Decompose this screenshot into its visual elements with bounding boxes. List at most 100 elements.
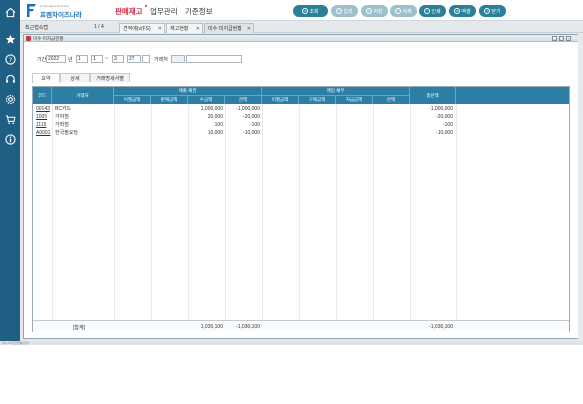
tab-receivables[interactable]: 미수·미지급현황 ✕ [204, 23, 254, 33]
col-sales-amount[interactable]: 판매금액 [151, 95, 188, 104]
cell-client: 한국필요당 [55, 130, 79, 136]
receivables-window: 미수·미지급현황 – □ × 기간 2022 년 1 1 ~ 3 27 거래처 … [23, 34, 579, 339]
add-icon: + [336, 8, 343, 14]
cell-client: 가좌점 [55, 122, 69, 128]
footer-total: -1,030,100 [429, 324, 453, 330]
cell-total: -1,000,000 [429, 106, 453, 112]
headset-icon[interactable] [4, 73, 16, 85]
col-purchase-paid[interactable]: 지급금액 [336, 95, 373, 104]
delete-button-label: 삭제 [402, 8, 412, 15]
receivables-grid: 코드 거래처 매출 채권 매입 채무 총잔액 이월금액 판매금액 수금액 잔액 … [32, 86, 570, 332]
search-button[interactable]: ⌕ 조회 [293, 5, 328, 17]
print-button[interactable]: ▫ 인쇄 [419, 5, 446, 17]
tab-label: 미수·미지급현황 [208, 26, 242, 32]
window-titlebar[interactable]: 미수·미지급현황 – □ × [24, 35, 578, 42]
client-label: 거래처 [154, 57, 168, 63]
cell-sales-collected: 10,000 [207, 130, 223, 136]
status-bar: 미수·미지급현황/관리 [0, 341, 583, 345]
cell-client: 가야점 [55, 114, 69, 120]
delete-icon: − [395, 8, 402, 14]
cell-code[interactable]: A0001 [36, 129, 50, 137]
day-start-input[interactable]: 1 [91, 55, 103, 63]
col-sales-carry[interactable]: 이월금액 [114, 95, 151, 104]
table-row[interactable]: 00143 BC카드 1,000,000 -1,000,000 -1,000,0… [33, 105, 569, 113]
day-end-input[interactable]: 27 [127, 55, 141, 63]
gear-icon[interactable] [4, 93, 16, 105]
table-row[interactable]: 1115 가좌점 100 -100 -100 [33, 121, 569, 129]
client-name-input[interactable] [186, 55, 242, 63]
excel-button-label: 엑셀 [461, 8, 471, 15]
close-icon[interactable]: ✕ [158, 26, 162, 32]
col-purchase-carry[interactable]: 이월금액 [262, 95, 299, 104]
window-tab-strip: 최근접속탭 1 / 4 견적에(v(FS) ✕ 재고현황 ✕ 미수·미지급현황 ✕ [20, 21, 583, 33]
insert-button[interactable]: + 입력 [331, 5, 358, 17]
client-code-input[interactable] [171, 55, 185, 63]
cell-code[interactable]: 1115 [36, 121, 46, 129]
grid-footer-totals: [합계] 1,030,100 -1,030,100 -1,030,100 [33, 320, 569, 332]
logo-tagline: Cooperative Business [40, 4, 70, 8]
cell-sales-collected: 100 [214, 122, 223, 128]
minimize-icon[interactable]: – [552, 36, 557, 41]
save-button-label: 저장 [373, 8, 383, 15]
save-icon: ✓ [366, 8, 373, 14]
year-unit: 년 [68, 57, 73, 63]
maximize-icon[interactable]: □ [559, 36, 564, 41]
top-header: Cooperative Business 프렌차이즈나라 판매재고 업무관리 기… [20, 0, 583, 21]
menu-sales-inventory[interactable]: 판매재고 [115, 5, 147, 17]
month-start-input[interactable]: 1 [76, 55, 88, 63]
tab-detail[interactable]: 상세 [60, 73, 90, 82]
tab-summary[interactable]: 요약 [32, 73, 60, 83]
delete-button[interactable]: − 삭제 [390, 5, 417, 17]
tab-inventory[interactable]: 재고현황 ✕ [166, 23, 203, 33]
excel-button[interactable]: e 엑셀 [449, 5, 476, 17]
print-icon: ▫ [424, 8, 431, 14]
app-frame: ? Cooperative Business 프렌차이즈나라 판매재고 업무관리… [0, 0, 583, 343]
cell-total: -100 [442, 122, 453, 128]
col-sales-balance[interactable]: 잔액 [225, 95, 262, 104]
table-row[interactable]: A0001 한국필요당 10,000 -10,000 -10,000 [33, 129, 569, 137]
tab-pager[interactable]: 1 / 4 [94, 24, 104, 30]
vertical-scrollbar[interactable] [578, 34, 582, 339]
svg-text:?: ? [8, 55, 11, 63]
close-button-label: 닫기 [491, 8, 501, 15]
col-code[interactable]: 코드 [33, 87, 52, 104]
cell-code[interactable]: 1005 [36, 113, 47, 121]
cell-code[interactable]: 00143 [36, 105, 50, 113]
col-group-purchase: 매입 채무 [262, 87, 410, 95]
grid-header: 코드 거래처 매출 채권 매입 채무 총잔액 이월금액 판매금액 수금액 잔액 … [33, 87, 569, 104]
footer-sales-balance: -1,030,100 [236, 324, 260, 330]
help-icon[interactable]: ? [4, 53, 16, 65]
close-icon[interactable]: ✕ [196, 26, 200, 32]
left-rail: ? [0, 0, 20, 343]
tab-quote[interactable]: 견적에(v(FS) ✕ [119, 23, 165, 33]
tab-by-statement[interactable]: 거래명세서별 [90, 73, 130, 82]
col-sales-collected[interactable]: 수금액 [188, 95, 225, 104]
col-purchase-amount[interactable]: 구매금액 [299, 95, 336, 104]
col-purchase-balance[interactable]: 잔액 [373, 95, 410, 104]
cell-sales-balance: -1,000,000 [236, 106, 260, 112]
close-icon[interactable]: × [566, 36, 571, 41]
col-client[interactable]: 거래처 [52, 87, 114, 104]
table-row[interactable]: 1005 가야점 20,000 -20,000 -20,000 [33, 113, 569, 121]
period-label: 기간 [37, 57, 47, 63]
home-icon[interactable] [4, 6, 16, 18]
col-total[interactable]: 총잔액 [410, 87, 456, 104]
tab-label: 견적에(v(FS) [123, 26, 151, 32]
menu-label: 기준정보 [185, 7, 213, 16]
cart-icon[interactable] [4, 113, 16, 125]
active-dot [144, 5, 147, 7]
menu-business[interactable]: 업무관리 [150, 6, 178, 17]
close-button[interactable]: × 닫기 [479, 5, 506, 17]
month-end-input[interactable]: 3 [112, 55, 124, 63]
star-icon[interactable] [4, 33, 16, 45]
brand-logo[interactable]: Cooperative Business 프렌차이즈나라 [26, 3, 94, 19]
save-button[interactable]: ✓ 저장 [361, 5, 388, 17]
cell-client: BC카드 [55, 106, 72, 112]
tab-label: 재고현황 [170, 26, 189, 32]
close-icon[interactable]: ✕ [247, 26, 251, 32]
footer-sales-collected: 1,030,100 [200, 324, 223, 330]
menu-master-data[interactable]: 기준정보 [185, 6, 213, 17]
year-input[interactable]: 2022 [46, 55, 66, 63]
calendar-icon[interactable] [142, 55, 150, 63]
info-icon[interactable] [4, 133, 16, 145]
